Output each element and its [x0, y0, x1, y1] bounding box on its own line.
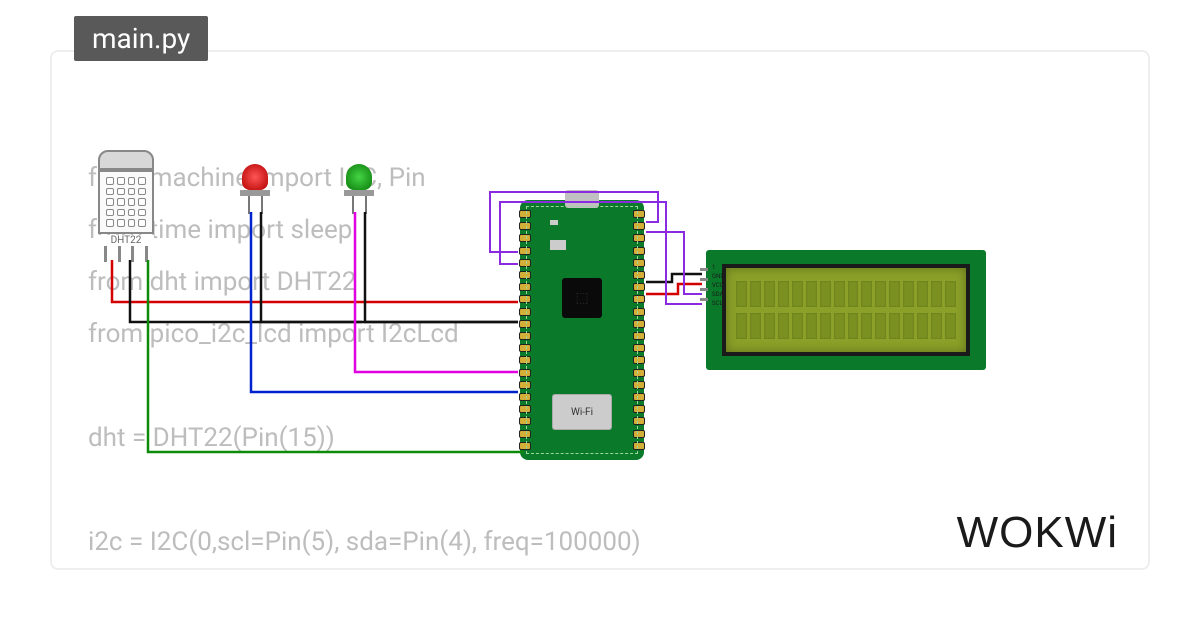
led-green-bulb — [346, 164, 372, 190]
wokwi-logo: WOKWi — [957, 508, 1118, 558]
pico-bootsel-button[interactable] — [550, 240, 566, 250]
pico-wifi-module: Wi-Fi — [552, 394, 612, 430]
circuit-canvas[interactable]: DHT22 ⬚ — [52, 52, 1148, 568]
lcd-pin-labels: 1 GND VCC SDA SCL — [712, 264, 724, 307]
led-green[interactable] — [346, 164, 372, 212]
pico-board[interactable]: ⬚ Wi-Fi — [520, 200, 644, 460]
dht22-pins — [104, 246, 148, 262]
file-tab[interactable]: main.py — [74, 16, 208, 61]
project-card: from machine import I2C, Pin from time i… — [50, 50, 1150, 570]
dht22-sensor[interactable]: DHT22 — [98, 150, 154, 260]
led-red-legs — [242, 196, 268, 214]
pico-onboard-led — [550, 220, 558, 225]
file-tab-label: main.py — [92, 22, 190, 55]
pico-rp2040-chip: ⬚ — [562, 278, 602, 318]
lcd-i2c-module[interactable]: 1 GND VCC SDA SCL — [706, 250, 986, 370]
led-green-legs — [346, 196, 372, 214]
led-red[interactable] — [242, 164, 268, 212]
lcd-pins — [700, 268, 708, 301]
led-red-bulb — [242, 164, 268, 190]
dht22-label: DHT22 — [98, 235, 154, 246]
lcd-row-1 — [736, 313, 956, 339]
dht22-cap — [98, 150, 154, 170]
dht22-grill — [98, 170, 154, 234]
lcd-row-0 — [736, 281, 956, 307]
lcd-screen — [722, 264, 970, 356]
